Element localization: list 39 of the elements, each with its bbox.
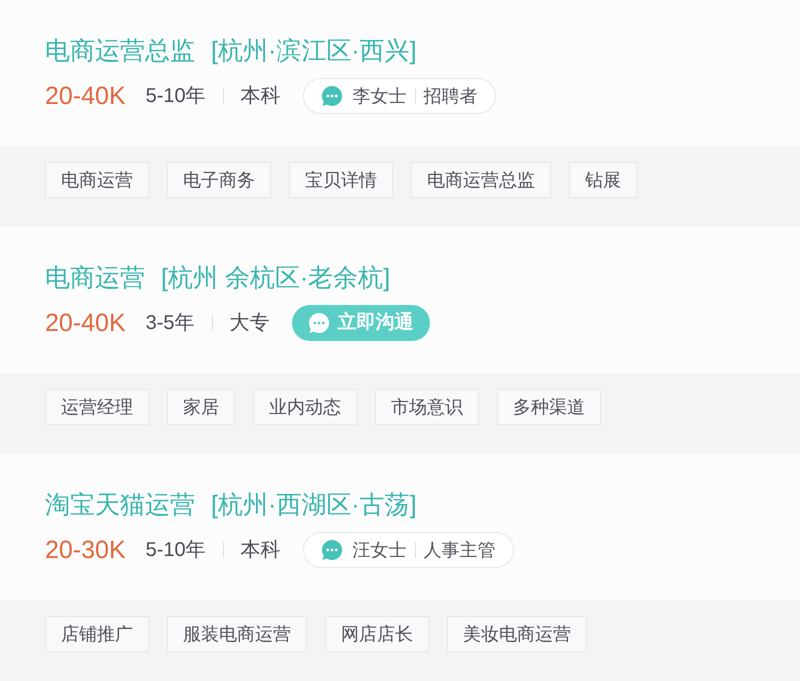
- chat-bubble-icon: [308, 312, 330, 334]
- chat-bubble-icon: [320, 539, 343, 561]
- skill-tag: 钻展: [569, 162, 637, 198]
- job-location: [杭州·滨江区·西兴]: [211, 38, 417, 64]
- job-title[interactable]: 淘宝天猫运营: [45, 492, 195, 518]
- job-title[interactable]: 电商运营总监: [45, 38, 195, 64]
- skill-tag: 电商运营总监: [411, 162, 551, 198]
- skill-tag: 多种渠道: [497, 389, 601, 425]
- skill-tag: 家居: [167, 389, 235, 425]
- skill-tag: 宝贝详情: [289, 162, 393, 198]
- recruiter-name: 汪女士: [352, 538, 407, 562]
- education: 大专: [230, 311, 270, 336]
- skill-tag: 市场意识: [375, 389, 479, 425]
- job-location: [杭州 余杭区·老余杭]: [161, 266, 390, 290]
- recruiter-role: 人事主管: [424, 538, 496, 562]
- skill-tag: 服装电商运营: [167, 616, 307, 652]
- experience: 5-10年: [146, 84, 206, 109]
- job-title[interactable]: 电商运营: [45, 266, 145, 290]
- skill-tag: 网店店长: [325, 616, 429, 652]
- skill-tag: 美妆电商运营: [447, 616, 587, 652]
- education: 本科: [240, 84, 281, 109]
- skill-tag: 电商运营: [45, 162, 149, 198]
- recruiter-chip[interactable]: 李女士 招聘者: [302, 78, 496, 114]
- experience: 5-10年: [146, 538, 206, 563]
- recruiter-chip[interactable]: 汪女士 人事主管: [302, 532, 514, 568]
- salary: 20-30K: [45, 538, 126, 562]
- skill-tag: 业内动态: [253, 389, 357, 425]
- chat-now-button[interactable]: 立即沟通: [292, 305, 430, 341]
- skill-tag: 运营经理: [45, 389, 149, 425]
- skill-tag: 店铺推广: [45, 616, 149, 652]
- job-location: [杭州·西湖区·古荡]: [211, 492, 417, 518]
- salary: 20-40K: [45, 310, 126, 336]
- skill-tag: 电子商务: [167, 162, 271, 198]
- salary: 20-40K: [45, 84, 126, 108]
- recruiter-name: 李女士: [352, 84, 407, 108]
- experience: 3-5年: [146, 311, 195, 336]
- chat-bubble-icon: [320, 85, 343, 107]
- recruiter-role: 招聘者: [424, 84, 478, 108]
- education: 本科: [240, 538, 281, 563]
